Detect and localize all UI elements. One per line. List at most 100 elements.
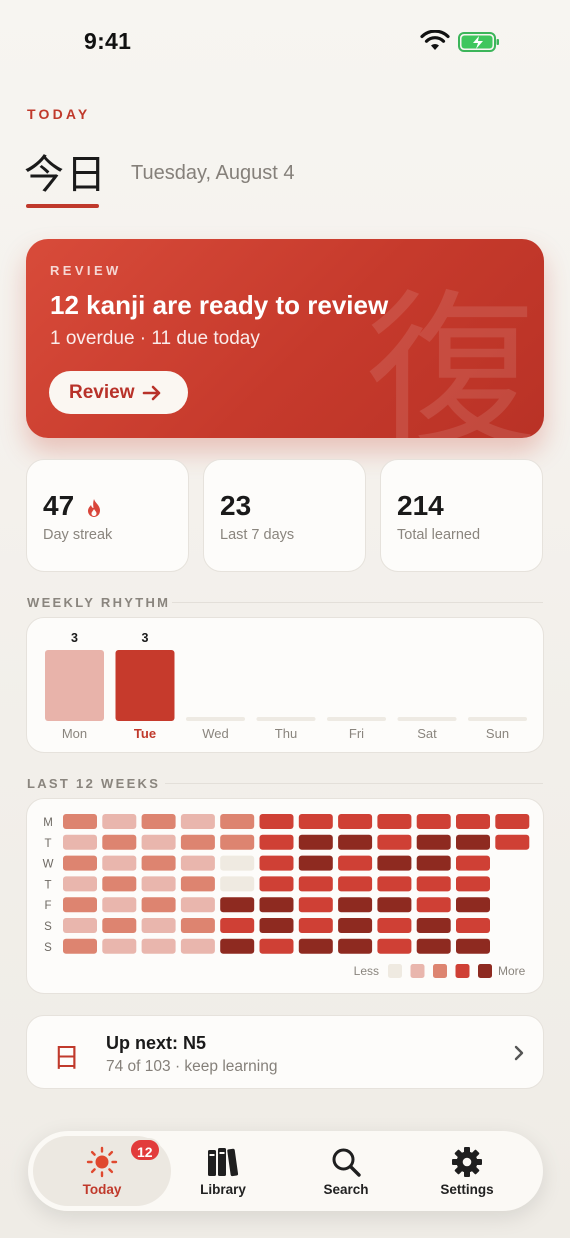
heatmap-cell (63, 897, 97, 913)
heatmap-cell (456, 897, 490, 913)
up-next-title: Up next: N5 (106, 1033, 207, 1053)
tab-search[interactable]: Search (286, 1131, 406, 1211)
rhythm-day-label: Thu (275, 726, 297, 741)
gear-icon (452, 1147, 482, 1177)
review-subtitle: 1 overdue · 11 due today (50, 328, 260, 349)
heatmap-cell (298, 938, 333, 954)
heatmap-cell (141, 814, 176, 829)
rhythm-day-label: Tue (134, 726, 156, 741)
tab-label: Settings (440, 1182, 494, 1197)
heatmap-cell (220, 855, 255, 871)
heatmap-cell (102, 938, 137, 954)
heatmap-cell (338, 918, 373, 933)
review-button[interactable]: Review (49, 371, 188, 414)
tab-label: Today (82, 1182, 122, 1197)
heatmap-cell (180, 855, 215, 871)
heatmap-cell (180, 834, 215, 850)
rhythm-bar-empty (468, 717, 527, 721)
heatmap-row-label: F (44, 900, 51, 912)
rhythm-bar-value: 3 (71, 631, 78, 645)
heatmap-cell (377, 855, 412, 871)
flame-icon (88, 499, 100, 517)
status-time: 9:41 (84, 28, 132, 54)
tab-today[interactable]: Today 12 (42, 1131, 162, 1211)
tab-label: Library (200, 1182, 246, 1197)
up-next-subtitle: 74 of 103 · keep learning (106, 1058, 278, 1075)
heatmap-cell (298, 918, 333, 933)
rhythm-bar-empty (186, 717, 245, 721)
heatmap-cell (141, 938, 176, 954)
heatmap-cell (377, 876, 412, 892)
heatmap-cell (416, 876, 451, 892)
heatmap-cell (102, 814, 137, 829)
heatmap-cell (141, 918, 176, 933)
stat-card-last-7-days: 23 Last 7 days (203, 459, 366, 572)
legend-less-label: Less (354, 964, 379, 978)
heatmap-cell (456, 938, 490, 954)
heatmap-row-label: W (43, 859, 54, 871)
notification-badge: 12 (129, 1138, 161, 1162)
weekly-rhythm-card: 3 Mon 3 Tue Wed Thu Fri Sat Sun (26, 617, 544, 753)
heatmap-cell (102, 834, 137, 850)
legend-more-label: More (498, 964, 526, 978)
heatmap-cell (180, 876, 215, 892)
rhythm-day-label: Wed (202, 726, 229, 741)
heatmap-cell (416, 855, 451, 871)
stat-value: 23 (220, 490, 252, 521)
heatmap-cell (377, 897, 412, 913)
tab-bar: Today 12 Library Search Settings (28, 1131, 543, 1211)
heatmap-cell (180, 897, 215, 913)
heatmap-cell (220, 897, 255, 913)
title-underline (26, 204, 99, 208)
activity-heatmap: MTWTFSSLess More (43, 814, 530, 978)
heatmap-cell (220, 938, 255, 954)
heatmap-cell (259, 918, 294, 933)
section-divider (172, 602, 543, 603)
wifi-icon (420, 30, 450, 50)
heatmap-cell (220, 814, 255, 829)
heatmap-cell (298, 834, 333, 850)
heatmap-cell (298, 897, 333, 913)
heatmap-cell (220, 876, 255, 892)
heatmap-cell (63, 834, 97, 850)
rhythm-bar (45, 650, 104, 721)
tab-settings[interactable]: Settings (407, 1131, 527, 1211)
heatmap-cell (298, 855, 333, 871)
heatmap-cell (63, 918, 97, 933)
chevron-right-icon (514, 1045, 524, 1061)
stat-label: Day streak (43, 527, 113, 543)
heatmap-row-label: T (44, 838, 51, 850)
heatmap-cell (456, 855, 490, 871)
heatmap-cell (456, 918, 490, 933)
heatmap-cell (338, 834, 373, 850)
review-watermark-kanji: 復 (366, 275, 537, 438)
up-next-card[interactable]: 日 Up next: N5 74 of 103 · keep learning (26, 1015, 544, 1089)
status-bar: 9:41 (0, 0, 570, 80)
review-heading: 12 kanji are ready to review (50, 290, 389, 320)
review-card[interactable]: 復 REVIEW 12 kanji are ready to review 1 … (26, 239, 544, 438)
heatmap-cell (220, 918, 255, 933)
heatmap-cell (298, 876, 333, 892)
heatmap-cell (298, 814, 333, 829)
heatmap-cell (416, 834, 451, 850)
heatmap-cell (259, 814, 294, 829)
heatmap-cell (416, 918, 451, 933)
heatmap-cell (180, 938, 215, 954)
heatmap-cell (259, 876, 294, 892)
rhythm-day-label: Sat (417, 726, 437, 741)
heatmap-cell (495, 814, 530, 829)
up-next-kanji: 日 (53, 1043, 80, 1074)
heatmap-cell (495, 834, 530, 850)
rhythm-bar-empty (256, 717, 316, 721)
stat-value: 214 (397, 490, 444, 521)
heatmap-cell (141, 897, 176, 913)
search-icon (332, 1148, 361, 1177)
legend-swatch (388, 964, 402, 978)
stat-card-streak: 47 Day streak (26, 459, 189, 572)
stat-value: 47 (43, 490, 75, 521)
section-title-weekly-rhythm: WEEKLY RHYTHM (27, 595, 171, 610)
heatmap-cell (338, 876, 373, 892)
tab-library[interactable]: Library (163, 1131, 283, 1211)
legend-swatch (455, 964, 470, 978)
heatmap-cell (63, 938, 97, 954)
